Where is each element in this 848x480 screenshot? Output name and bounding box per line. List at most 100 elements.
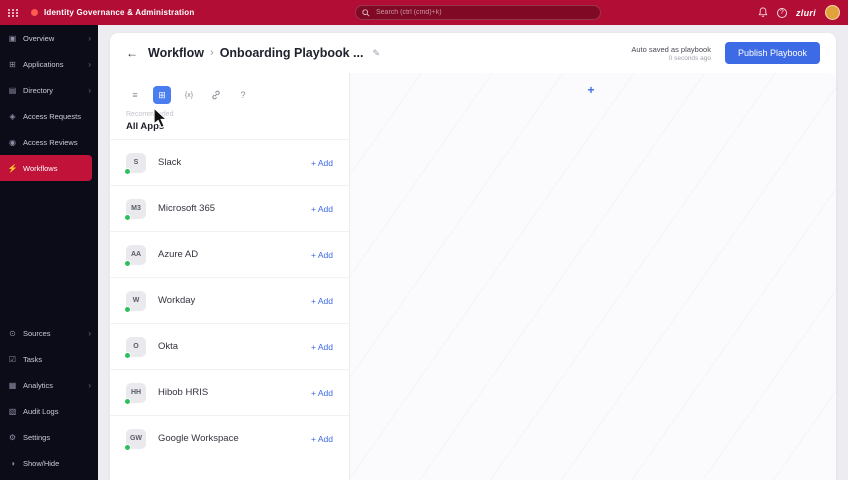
app-name: Microsoft 365 [158,203,216,214]
app-row-azure-ad[interactable]: AA Azure AD + Add [110,231,349,277]
top-bar: Identity Governance & Administration ? z… [0,0,848,25]
breadcrumb-workflow[interactable]: Workflow [148,46,204,60]
sidebar-item-label: Access Reviews [23,137,78,147]
chevron-right-icon: › [88,328,91,338]
sidebar-item-settings[interactable]: ⚙ Settings [0,424,98,450]
list-view-icon[interactable]: ≡ [126,86,144,104]
audit-logs-icon: ▧ [8,406,17,416]
sidebar-item-applications[interactable]: ⊞ Applications › [0,51,98,77]
app-avatar: W [124,290,146,313]
add-app-button[interactable]: + Add [311,434,333,444]
analytics-icon: ▦ [8,380,17,390]
header-right-cluster: Auto saved as playbook 0 seconds ago Pub… [631,42,820,64]
presence-dot [124,213,131,221]
app-name: Slack [158,157,182,168]
sidebar-item-label: Workflows [23,163,58,173]
app-avatar: HH [124,382,146,405]
global-search[interactable] [355,5,601,20]
settings-icon: ⚙ [8,432,17,442]
sidebar-item-audit-logs[interactable]: ▧ Audit Logs [0,398,98,424]
app-row-hibob-hris[interactable]: HH Hibob HRIS + Add [110,369,349,415]
app-name: Hibob HRIS [158,387,209,398]
brand-logo[interactable]: zluri [796,8,816,18]
sidebar-item-label: Applications [23,59,64,69]
sidebar-item-overview[interactable]: ▣ Overview › [0,25,98,51]
bell-icon[interactable] [758,7,768,18]
app-row-google-workspace[interactable]: GW Google Workspace + Add [110,415,349,461]
edit-title-icon[interactable]: ✎ [372,48,380,59]
add-app-button[interactable]: + Add [311,296,333,306]
help-icon[interactable]: ? [776,7,787,18]
autosave-text: Auto saved as playbook [631,44,711,54]
help-tool-icon[interactable]: ? [234,86,252,104]
sidebar-item-sources[interactable]: ⊙ Sources › [0,320,98,346]
tasks-icon: ☑ [8,354,17,364]
directory-icon: ▤ [8,85,17,95]
applications-icon: ⊞ [9,59,16,69]
recommended-label: Recommended [126,111,174,118]
sidebar-item-tasks[interactable]: ☑ Tasks [0,346,98,372]
app-avatar: O [124,336,146,359]
sources-icon: ⊙ [9,328,16,338]
autosave-timestamp: 0 seconds ago [668,54,711,62]
app-name: Azure AD [158,249,199,260]
chevron-right-icon: › [88,59,91,69]
overview-icon: ▣ [8,33,17,43]
sidebar-item-label: Directory [23,85,54,95]
back-button[interactable]: ← [126,46,138,60]
app-avatar: AA [124,244,146,267]
sidebar-item-directory[interactable]: ▤ Directory › [0,77,98,103]
sidebar-item-analytics[interactable]: ▦ Analytics › [0,372,98,398]
link-icon[interactable] [207,86,225,104]
editor-header: ← Workflow › Onboarding Playbook ... ✎ A… [110,33,836,73]
add-app-button[interactable]: + Add [311,158,333,168]
workflow-editor-card: ← Workflow › Onboarding Playbook ... ✎ A… [110,33,836,480]
app-avatar: S [124,152,146,175]
app-row-okta[interactable]: O Okta + Add [110,323,349,369]
presence-dot [124,167,131,175]
workflows-icon: ⚡ [7,163,18,173]
presence-dot [124,443,131,451]
workflow-canvas[interactable]: + [350,73,836,480]
chevron-right-icon: › [88,380,91,390]
app-name: Okta [158,341,179,352]
sidebar-item-label: Analytics [23,380,54,390]
access-reviews-icon: ◉ [9,137,16,147]
app-row-workday[interactable]: W Workday + Add [110,277,349,323]
presence-dot [124,259,131,267]
publish-playbook-button[interactable]: Publish Playbook [724,42,820,64]
sidebar-item-label: Settings [23,432,51,442]
access-requests-icon: ◈ [9,111,16,121]
product-logo-dot [31,9,38,16]
presence-dot [124,305,131,313]
add-app-button[interactable]: + Add [311,204,333,214]
add-app-button[interactable]: + Add [311,388,333,398]
app-name: Google Workspace [158,433,239,444]
add-app-button[interactable]: + Add [311,250,333,260]
user-avatar[interactable] [825,5,840,20]
sidebar-bottom-group: ⊙ Sources › ☑ Tasks ▦ Analytics › ▧ Audi… [0,320,98,476]
variables-icon[interactable]: {x} [180,86,198,104]
sidebar-item-access-reviews[interactable]: ◉ Access Reviews [0,129,98,155]
app-name: Workday [158,295,196,306]
add-app-button[interactable]: + Add [311,342,333,352]
sidebar-item-workflows[interactable]: ⚡ Workflows [0,155,92,181]
app-row-slack[interactable]: S Slack + Add [110,139,349,185]
sidebar-item-label: Show/Hide [23,458,60,468]
search-icon [362,8,370,17]
app-launcher-icon[interactable] [8,8,19,17]
sidebar-item-label: Overview [23,33,55,43]
sidebar-item-label: Audit Logs [23,406,59,416]
sidebar-item-label: Access Requests [23,111,81,121]
show-hide-icon: ◑ [10,458,15,468]
breadcrumb-playbook-title: Onboarding Playbook ... [219,46,364,60]
search-input[interactable] [374,8,594,17]
add-node-button[interactable]: + [583,82,599,98]
topbar-right-cluster: ? zluri [758,0,840,25]
apps-view-icon[interactable]: ⊞ [153,86,171,104]
apps-panel: ≡ ⊞ {x} ? Recommended All Apps S Slack +… [110,73,350,480]
sidebar-item-access-requests[interactable]: ◈ Access Requests [0,103,98,129]
sidebar-item-show-hide[interactable]: ◑ Show/Hide [0,450,98,476]
sidebar-item-label: Tasks [23,354,43,364]
app-row-microsoft-365[interactable]: M3 Microsoft 365 + Add [110,185,349,231]
